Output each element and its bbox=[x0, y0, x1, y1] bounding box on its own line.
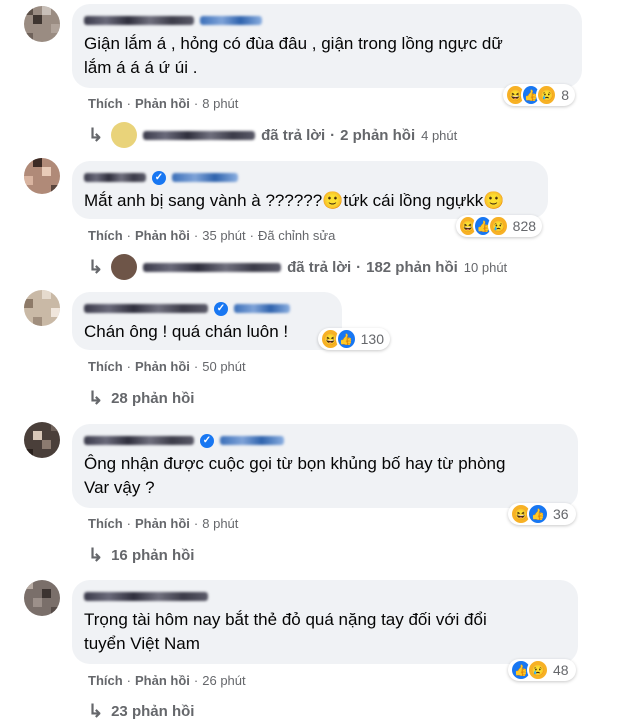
sad-icon: 😢 bbox=[527, 659, 549, 681]
replied-label: đã trả lời bbox=[287, 258, 352, 276]
comment-text: lắm á á á ứ úi . bbox=[84, 58, 198, 77]
replied-label: đã trả lời bbox=[261, 126, 326, 144]
reaction-summary[interactable]: 😆 👍 😢 8 bbox=[503, 84, 575, 106]
avatar[interactable] bbox=[24, 158, 60, 194]
avatar[interactable] bbox=[24, 6, 60, 42]
reaction-summary[interactable]: 😆 👍 130 bbox=[318, 328, 390, 350]
reply-arrow-icon: ↳ bbox=[88, 256, 104, 277]
verified-icon: ✓ bbox=[200, 433, 214, 448]
comment-bubble: ✓ Mắt anh bị sang vành à ??????🙂tứk cái … bbox=[72, 161, 548, 219]
reply-arrow-icon: ↳ bbox=[88, 701, 104, 721]
reply-count: 16 phản hồi bbox=[111, 547, 195, 564]
follow-link-blurred[interactable] bbox=[200, 16, 262, 25]
verified-icon: ✓ bbox=[152, 170, 166, 185]
reaction-count: 36 bbox=[553, 506, 569, 522]
like-icon: 👍 bbox=[527, 503, 549, 525]
replies-link[interactable]: ↳ 28 phản hồi bbox=[88, 388, 194, 409]
replies-link[interactable]: ↳ đã trả lời · 182 phản hồi 10 phút bbox=[88, 254, 507, 280]
replier-avatar bbox=[111, 122, 138, 148]
comment-text: tuyển Việt Nam bbox=[84, 634, 200, 653]
reaction-count: 130 bbox=[360, 331, 384, 347]
comment-text: Ông nhận được cuộc gọi từ bọn khủng bố h… bbox=[84, 454, 506, 473]
sad-icon: 😢 bbox=[488, 215, 509, 237]
comment-actions: Thích · Phản hồi · 35 phút · Đã chỉnh sử… bbox=[88, 228, 336, 243]
replier-name-blurred bbox=[143, 130, 256, 140]
sad-icon: 😢 bbox=[536, 84, 558, 106]
reply-count: 2 phản hồi bbox=[340, 126, 416, 144]
comment-text: Var vậy ? bbox=[84, 478, 155, 497]
comment-text: Trọng tài hôm nay bắt thẻ đỏ quá nặng ta… bbox=[84, 610, 487, 629]
avatar[interactable] bbox=[24, 422, 60, 458]
reply-time: 4 phút bbox=[421, 127, 458, 143]
replier-name-blurred bbox=[143, 262, 282, 272]
comment-text: Mắt anh bị sang vành à ??????🙂tứk cái lồ… bbox=[84, 191, 505, 210]
comment-text: Giận lắm á , hỏng có đùa đâu , giận tron… bbox=[84, 34, 503, 53]
verified-icon: ✓ bbox=[214, 301, 228, 316]
edited-label: Đã chỉnh sửa bbox=[257, 228, 336, 243]
timestamp[interactable]: 8 phút bbox=[202, 516, 238, 531]
reply-arrow-icon: ↳ bbox=[88, 124, 104, 145]
reaction-summary[interactable]: 😆 👍 😢 828 bbox=[456, 215, 542, 237]
timestamp[interactable]: 26 phút bbox=[202, 673, 245, 688]
follow-link-blurred[interactable] bbox=[220, 436, 284, 445]
reply-count: 28 phản hồi bbox=[111, 390, 195, 407]
comment-bubble: Giận lắm á , hỏng có đùa đâu , giận tron… bbox=[72, 4, 582, 88]
author-name-blurred[interactable] bbox=[84, 173, 146, 182]
comment-actions: Thích · Phản hồi · 8 phút bbox=[88, 96, 239, 111]
like-link[interactable]: Thích bbox=[88, 516, 123, 531]
like-icon: 👍 bbox=[335, 328, 357, 350]
comment-bubble: ✓ Chán ông ! quá chán luôn ! bbox=[72, 292, 342, 350]
replier-avatar bbox=[111, 254, 138, 280]
comment-actions: Thích · Phản hồi · 8 phút bbox=[88, 516, 239, 531]
reply-link[interactable]: Phản hồi bbox=[135, 96, 190, 111]
reply-link[interactable]: Phản hồi bbox=[135, 359, 190, 374]
timestamp[interactable]: 35 phút bbox=[202, 228, 245, 243]
reaction-count: 48 bbox=[553, 662, 569, 678]
author-name-blurred[interactable] bbox=[84, 16, 194, 25]
reply-link[interactable]: Phản hồi bbox=[135, 228, 190, 243]
comment-actions: Thích · Phản hồi · 50 phút bbox=[88, 359, 246, 374]
replies-link[interactable]: ↳ 16 phản hồi bbox=[88, 545, 194, 566]
avatar[interactable] bbox=[24, 580, 60, 616]
reply-arrow-icon: ↳ bbox=[88, 388, 104, 408]
author-name-blurred[interactable] bbox=[84, 304, 208, 313]
reply-count: 23 phản hồi bbox=[111, 703, 195, 720]
author-name-blurred[interactable] bbox=[84, 592, 208, 601]
author-name-blurred[interactable] bbox=[84, 436, 194, 445]
reaction-count: 828 bbox=[512, 218, 537, 234]
reply-time: 10 phút bbox=[463, 259, 508, 275]
avatar[interactable] bbox=[24, 290, 60, 326]
timestamp[interactable]: 50 phút bbox=[202, 359, 245, 374]
comment-bubble: ✓ Ông nhận được cuộc gọi từ bọn khủng bố… bbox=[72, 424, 578, 508]
replies-link[interactable]: ↳ 23 phản hồi bbox=[88, 701, 194, 722]
comment-text: Chán ông ! quá chán luôn ! bbox=[84, 322, 289, 341]
reply-arrow-icon: ↳ bbox=[88, 545, 104, 565]
timestamp[interactable]: 8 phút bbox=[202, 96, 238, 111]
like-link[interactable]: Thích bbox=[88, 359, 123, 374]
reaction-summary[interactable]: 😆 👍 36 bbox=[508, 503, 576, 525]
reply-link[interactable]: Phản hồi bbox=[135, 673, 190, 688]
comment-actions: Thích · Phản hồi · 26 phút bbox=[88, 673, 246, 688]
like-link[interactable]: Thích bbox=[88, 96, 123, 111]
follow-link-blurred[interactable] bbox=[234, 304, 290, 313]
reaction-count: 8 bbox=[561, 87, 569, 103]
reply-count: 182 phản hồi bbox=[366, 258, 458, 276]
comment-bubble: Trọng tài hôm nay bắt thẻ đỏ quá nặng ta… bbox=[72, 580, 578, 664]
replies-link[interactable]: ↳ đã trả lời · 2 phản hồi 4 phút bbox=[88, 122, 457, 148]
reaction-summary[interactable]: 👍 😢 48 bbox=[508, 659, 576, 681]
follow-link-blurred[interactable] bbox=[172, 173, 238, 182]
like-link[interactable]: Thích bbox=[88, 673, 123, 688]
reply-link[interactable]: Phản hồi bbox=[135, 516, 190, 531]
like-link[interactable]: Thích bbox=[88, 228, 123, 243]
